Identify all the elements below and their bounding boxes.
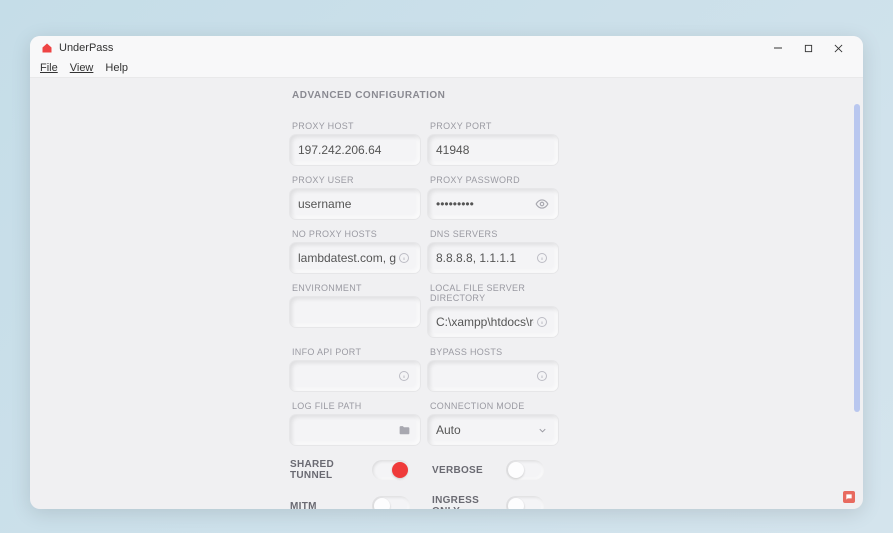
- maximize-button[interactable]: [793, 38, 823, 58]
- info-icon[interactable]: [534, 250, 550, 266]
- verbose-label: VERBOSE: [414, 465, 506, 476]
- log-path-input[interactable]: [290, 415, 420, 445]
- proxy-host-input[interactable]: 197.242.206.64: [290, 135, 420, 165]
- info-icon[interactable]: [534, 368, 550, 384]
- local-dir-label: LOCAL FILE SERVER DIRECTORY: [430, 283, 560, 303]
- folder-icon[interactable]: [396, 422, 412, 438]
- info-port-label: INFO API PORT: [292, 347, 422, 357]
- mitm-toggle[interactable]: [372, 496, 410, 509]
- menu-help[interactable]: Help: [105, 62, 128, 74]
- proxy-port-input[interactable]: 41948: [428, 135, 558, 165]
- info-icon[interactable]: [534, 314, 550, 330]
- proxy-host-label: PROXY HOST: [292, 121, 422, 131]
- titlebar: UnderPass: [30, 36, 863, 60]
- no-proxy-input[interactable]: lambdatest.com, gc: [290, 243, 420, 273]
- scrollbar[interactable]: [854, 104, 860, 489]
- window-title: UnderPass: [59, 42, 113, 54]
- proxy-port-label: PROXY PORT: [430, 121, 560, 131]
- shared-tunnel-toggle[interactable]: [372, 460, 410, 480]
- environment-label: ENVIRONMENT: [292, 283, 422, 293]
- info-icon[interactable]: [396, 368, 412, 384]
- local-dir-input[interactable]: C:\xampp\htdocs\rc: [428, 307, 558, 337]
- chevron-down-icon: [534, 422, 550, 438]
- notification-badge-icon[interactable]: [843, 491, 855, 503]
- app-window: UnderPass File View Help ADVANCED CONFIG…: [30, 36, 863, 509]
- bypass-input[interactable]: [428, 361, 558, 391]
- close-button[interactable]: [823, 38, 853, 58]
- conn-mode-label: CONNECTION MODE: [430, 401, 560, 411]
- menubar: File View Help: [30, 60, 863, 78]
- verbose-toggle[interactable]: [506, 460, 544, 480]
- log-path-label: LOG FILE PATH: [292, 401, 422, 411]
- proxy-user-input[interactable]: username: [290, 189, 420, 219]
- ingress-label: INGRESS ONLY: [414, 495, 506, 509]
- ingress-toggle[interactable]: [506, 496, 544, 509]
- menu-file[interactable]: File: [40, 62, 58, 74]
- eye-icon[interactable]: [534, 196, 550, 212]
- dns-input[interactable]: 8.8.8.8, 1.1.1.1: [428, 243, 558, 273]
- info-icon[interactable]: [396, 250, 412, 266]
- shared-tunnel-label: SHARED TUNNEL: [290, 459, 372, 481]
- environment-input[interactable]: [290, 297, 420, 327]
- dns-label: DNS SERVERS: [430, 229, 560, 239]
- mitm-label: MITM: [290, 501, 372, 510]
- info-port-input[interactable]: [290, 361, 420, 391]
- content-area: ADVANCED CONFIGURATION PROXY HOST 197.24…: [30, 78, 863, 509]
- section-title: ADVANCED CONFIGURATION: [292, 90, 566, 101]
- conn-mode-select[interactable]: Auto: [428, 415, 558, 445]
- proxy-password-label: PROXY PASSWORD: [430, 175, 560, 185]
- app-logo-icon: [40, 42, 53, 55]
- menu-view[interactable]: View: [70, 62, 94, 74]
- scrollbar-thumb[interactable]: [854, 104, 860, 412]
- bypass-label: BYPASS HOSTS: [430, 347, 560, 357]
- proxy-user-label: PROXY USER: [292, 175, 422, 185]
- no-proxy-label: NO PROXY HOSTS: [292, 229, 422, 239]
- minimize-button[interactable]: [763, 38, 793, 58]
- proxy-password-input[interactable]: •••••••••: [428, 189, 558, 219]
